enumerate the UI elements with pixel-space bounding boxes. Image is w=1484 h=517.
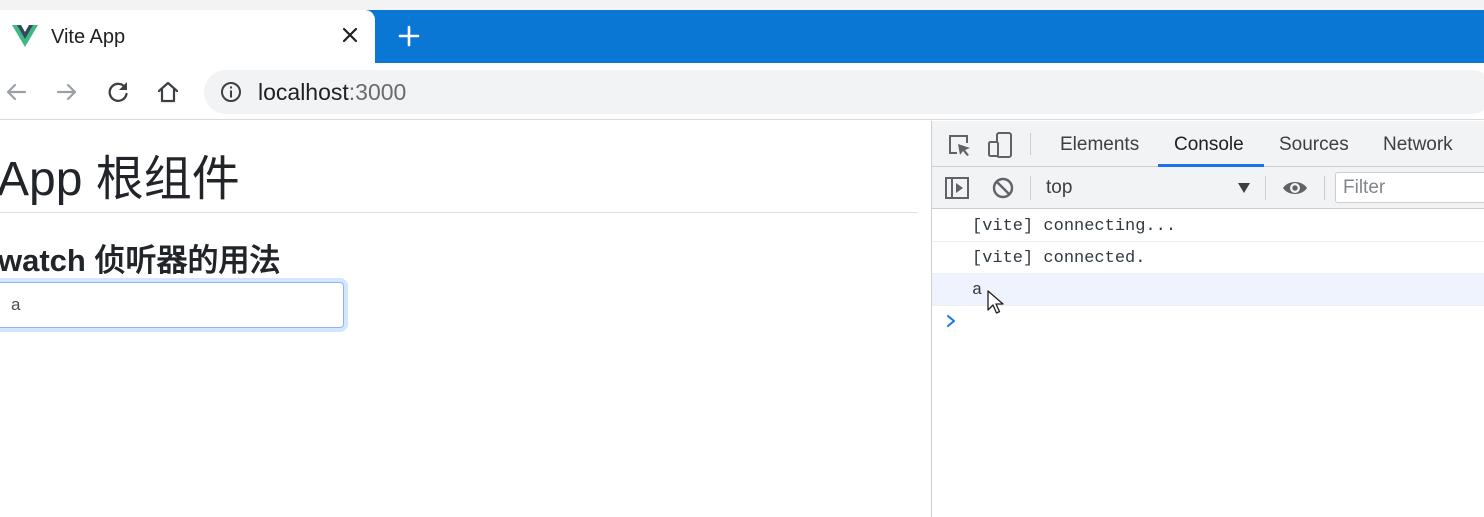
console-output: [vite] connecting... [vite] connected. a xyxy=(932,210,1484,517)
vue-logo-icon xyxy=(12,25,38,47)
filter-input[interactable] xyxy=(1336,173,1484,202)
context-label: top xyxy=(1046,177,1073,198)
divider xyxy=(0,212,918,213)
url-port: :3000 xyxy=(348,79,407,105)
show-sidebar-icon[interactable] xyxy=(944,176,970,200)
watch-text-input[interactable] xyxy=(0,282,344,328)
site-info-icon[interactable] xyxy=(220,81,242,103)
console-filter[interactable] xyxy=(1335,172,1484,203)
reload-icon[interactable] xyxy=(105,79,131,105)
console-message-text: [vite] connecting... xyxy=(972,217,1177,236)
forward-arrow-icon[interactable] xyxy=(54,79,80,105)
device-toolbar-icon[interactable] xyxy=(987,131,1015,159)
new-tab-icon[interactable] xyxy=(396,23,422,49)
console-prompt-icon[interactable] xyxy=(944,314,958,328)
browser-toolbar: localhost:3000 xyxy=(0,63,1484,120)
separator xyxy=(1324,176,1325,200)
inspect-element-icon[interactable] xyxy=(946,132,972,158)
chevron-down-icon xyxy=(1238,183,1250,193)
address-bar[interactable]: localhost:3000 xyxy=(204,70,1484,114)
page-viewport: App 根组件 watch 侦听器的用法 xyxy=(0,121,931,517)
console-message: a xyxy=(932,274,1484,306)
tab-network[interactable]: Network xyxy=(1383,134,1453,156)
separator xyxy=(1030,176,1031,200)
console-toolbar: top xyxy=(932,167,1484,209)
clear-console-icon[interactable] xyxy=(991,176,1015,200)
eye-icon[interactable] xyxy=(1281,177,1309,199)
console-message: [vite] connected. xyxy=(932,242,1484,274)
window-top-edge xyxy=(0,0,1484,10)
tab-title: Vite App xyxy=(51,26,126,48)
console-message-text: [vite] connected. xyxy=(972,249,1146,268)
console-message: [vite] connecting... xyxy=(932,210,1484,242)
separator xyxy=(1265,176,1266,200)
context-selector[interactable]: top xyxy=(1038,175,1256,201)
devtools-panel: Elements Console Sources Network top Fil… xyxy=(931,121,1484,517)
url-host: localhost xyxy=(258,79,349,105)
tab-console[interactable]: Console xyxy=(1174,134,1244,156)
browser-tab[interactable]: Vite App xyxy=(0,10,375,63)
console-message-text: a xyxy=(972,281,983,300)
mouse-cursor-icon xyxy=(987,290,1004,314)
close-tab-icon[interactable] xyxy=(338,23,362,47)
url-text: localhost:3000 xyxy=(258,79,406,106)
home-icon[interactable] xyxy=(155,79,181,105)
separator xyxy=(1030,133,1031,155)
back-arrow-icon[interactable] xyxy=(3,79,29,105)
section-heading: watch 侦听器的用法 xyxy=(0,243,281,278)
devtools-tab-bar: Elements Console Sources Network xyxy=(932,121,1484,167)
page-title: App 根组件 xyxy=(0,153,240,206)
tab-elements[interactable]: Elements xyxy=(1060,134,1139,156)
browser-tab-bar: Vite App xyxy=(0,10,1484,63)
tab-sources[interactable]: Sources xyxy=(1279,134,1349,156)
